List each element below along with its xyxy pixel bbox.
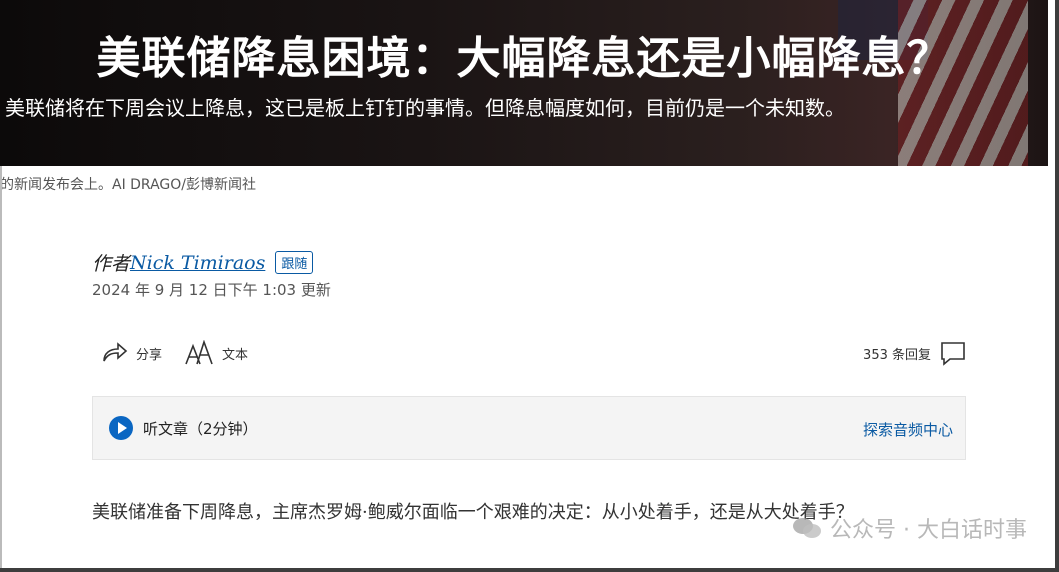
audio-center-link[interactable]: 探索音频中心 bbox=[863, 419, 953, 440]
subheadline: 美联储将在下周会议上降息，这已是板上钉钉的事情。但降息幅度如何，目前仍是一个未知… bbox=[5, 96, 845, 120]
hero-banner: 美联储降息困境：大幅降息还是小幅降息？ 美联储将在下周会议上降息，这已是板上钉钉… bbox=[0, 0, 1048, 166]
frame-left bbox=[0, 166, 2, 572]
text-size-button[interactable]: 文本 bbox=[184, 340, 248, 366]
timestamp: 2024 年 9 月 12 日下午 1:03 更新 bbox=[92, 281, 331, 299]
play-icon[interactable] bbox=[109, 416, 133, 440]
byline-prefix: 作者 bbox=[92, 253, 131, 275]
wechat-icon bbox=[793, 518, 822, 538]
author-link[interactable]: Nick Timiraos bbox=[130, 252, 265, 274]
share-button[interactable]: 分享 bbox=[100, 341, 162, 365]
listen-label[interactable]: 听文章（2分钟） bbox=[143, 418, 258, 439]
replies-count: 353 条回复 bbox=[863, 347, 931, 363]
comment-icon bbox=[941, 342, 965, 366]
article-tools: 分享 文本 bbox=[100, 340, 270, 366]
headline: 美联储降息困境：大幅降息还是小幅降息？ bbox=[96, 33, 952, 84]
follow-button[interactable]: 跟随 bbox=[275, 251, 314, 274]
share-icon bbox=[103, 342, 128, 362]
text-size-icon bbox=[185, 340, 213, 365]
frame-right bbox=[1055, 0, 1059, 572]
share-label: 分享 bbox=[136, 347, 163, 363]
audio-player: 听文章（2分钟） 探索音频中心 bbox=[92, 396, 966, 460]
byline: 作者 Nick Timiraos 跟随 bbox=[92, 249, 314, 276]
text-size-label: 文本 bbox=[222, 347, 249, 363]
watermark: 公众号 · 大白话时事 bbox=[792, 512, 1027, 544]
watermark-text: 公众号 · 大白话时事 bbox=[830, 518, 1027, 543]
frame-bottom bbox=[0, 568, 1059, 572]
photo-caption: 的新闻发布会上。AI DRAGO/彭博新闻社 bbox=[0, 177, 257, 193]
replies-button[interactable]: 353 条回复 bbox=[863, 340, 967, 366]
